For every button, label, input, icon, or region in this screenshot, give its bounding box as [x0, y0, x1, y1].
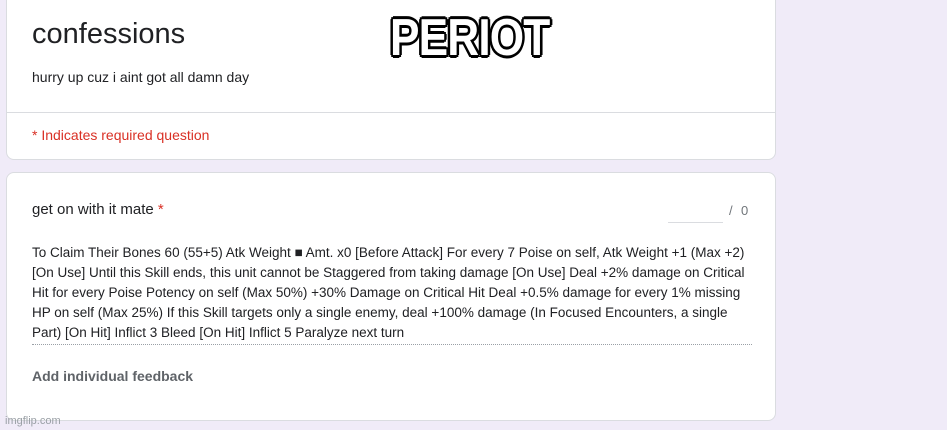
question-title: get on with it mate *: [32, 200, 164, 220]
imgflip-watermark: imgflip.com: [5, 415, 61, 427]
form-description: hurry up cuz i aint got all damn day: [32, 69, 250, 85]
header-divider: [7, 112, 775, 113]
add-feedback-button[interactable]: Add individual feedback: [32, 366, 193, 386]
points-input[interactable]: [668, 202, 723, 223]
required-star: *: [157, 201, 164, 218]
answer-text: To Claim Their Bones 60 (55+5) Atk Weigh…: [32, 243, 752, 345]
question-card: get on with it mate * / 0 To Claim Their…: [6, 172, 776, 421]
form-title: confessions: [32, 18, 186, 50]
points-separator: /: [729, 203, 733, 218]
meme-caption: PERIOT: [390, 9, 550, 67]
points-total: 0: [741, 203, 749, 218]
required-note: * Indicates required question: [32, 127, 210, 143]
question-title-text: get on with it mate: [32, 201, 154, 218]
